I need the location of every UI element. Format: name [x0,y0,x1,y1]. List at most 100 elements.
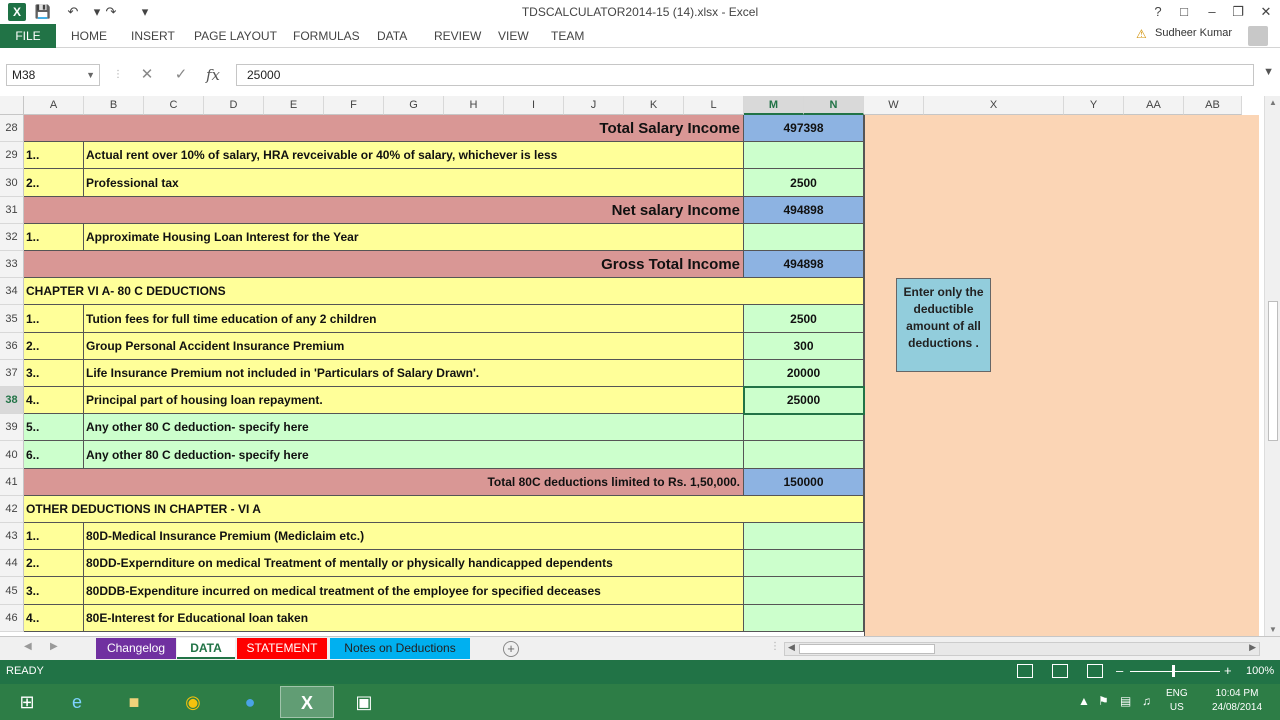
description-cell[interactable]: Approximate Housing Loan Interest for th… [84,224,744,251]
row-header[interactable]: 38 [0,387,24,414]
row-header[interactable]: 36 [0,333,24,360]
description-cell[interactable]: 80D-Medical Insurance Premium (Mediclaim… [84,523,744,550]
zoom-slider-thumb[interactable] [1172,665,1175,677]
description-cell[interactable]: Actual rent over 10% of salary, HRA revc… [84,142,744,169]
vertical-scroll-thumb[interactable] [1268,301,1278,441]
total-label-cell[interactable]: Total 80C deductions limited to Rs. 1,50… [24,469,744,496]
row-header[interactable]: 39 [0,414,24,441]
cancel-icon[interactable]: ✕ [137,65,157,85]
scroll-right-icon[interactable]: ▶ [1249,642,1256,653]
scroll-left-icon[interactable]: ◀ [788,642,795,653]
tab-home[interactable]: HOME [71,24,107,48]
row-header[interactable]: 43 [0,523,24,550]
start-icon[interactable]: ⊞ [0,686,54,718]
row-header[interactable]: 30 [0,169,24,197]
sheet-tab-data[interactable]: DATA [177,638,235,659]
total-value-cell[interactable]: 494898 [744,251,864,278]
row-header[interactable]: 45 [0,577,24,605]
zoom-out-icon[interactable]: – [1116,663,1123,678]
row-header[interactable]: 37 [0,360,24,387]
serial-cell[interactable]: 2.. [24,333,84,360]
name-box[interactable]: M38 ▼ [6,64,100,86]
amount-cell[interactable] [744,550,864,577]
serial-cell[interactable]: 1.. [24,523,84,550]
column-header-h[interactable]: H [444,96,504,115]
section-header-cell[interactable]: CHAPTER VI A- 80 C DEDUCTIONS [24,278,864,305]
column-header-b[interactable]: B [84,96,144,115]
row-header[interactable]: 46 [0,605,24,632]
column-header-c[interactable]: C [144,96,204,115]
flag-icon[interactable]: ⚑ [1098,694,1109,708]
column-header-a[interactable]: A [24,96,84,115]
column-header-i[interactable]: I [504,96,564,115]
column-header-y[interactable]: Y [1064,96,1124,115]
column-header-g[interactable]: G [384,96,444,115]
restore-icon[interactable]: ❐ [1224,2,1252,22]
chrome-icon[interactable]: ◉ [166,686,220,718]
column-header-w[interactable]: W [864,96,924,115]
file-tab[interactable]: FILE [0,24,56,48]
row-header[interactable]: 33 [0,251,24,278]
row-header[interactable]: 35 [0,305,24,333]
next-sheet-icon[interactable]: ▶ [50,641,58,652]
amount-cell[interactable]: 25000 [744,387,864,414]
serial-cell[interactable]: 6.. [24,441,84,469]
tab-team[interactable]: TEAM [551,24,584,48]
horizontal-scrollbar[interactable]: ◀ ▶ [784,642,1260,656]
row-header[interactable]: 29 [0,142,24,169]
amount-cell[interactable] [744,577,864,605]
page-break-view-icon[interactable] [1087,664,1103,678]
row-header[interactable]: 41 [0,469,24,496]
serial-cell[interactable]: 3.. [24,577,84,605]
scroll-down-icon[interactable]: ▼ [1265,625,1280,634]
help-button[interactable]: ? [1144,2,1172,22]
formula-input[interactable]: 25000 [236,64,1254,86]
tab-data[interactable]: DATA [377,24,407,48]
description-cell[interactable]: Life Insurance Premium not included in '… [84,360,744,387]
row-header[interactable]: 34 [0,278,24,305]
column-header-k[interactable]: K [624,96,684,115]
column-header-l[interactable]: L [684,96,744,115]
column-header-m[interactable]: M [744,96,804,115]
globe-icon[interactable]: ● [223,686,277,718]
serial-cell[interactable]: 2.. [24,169,84,197]
page-layout-view-icon[interactable] [1052,664,1068,678]
amount-cell[interactable] [744,224,864,251]
normal-view-icon[interactable] [1017,664,1033,678]
row-header[interactable]: 28 [0,115,24,142]
description-cell[interactable]: Professional tax [84,169,744,197]
enter-icon[interactable]: ✓ [171,65,191,85]
description-cell[interactable]: Group Personal Accident Insurance Premiu… [84,333,744,360]
file-explorer-icon[interactable]: ■ [107,686,161,718]
tab-insert[interactable]: INSERT [131,24,175,48]
spreadsheet-grid[interactable]: A B C D E F G H I J K L M N W X Y AA AB 28 Total Salary Inc… [0,96,1264,636]
serial-cell[interactable]: 2.. [24,550,84,577]
avatar[interactable] [1248,26,1268,46]
amount-cell[interactable] [744,441,864,469]
language-indicator[interactable]: ENG US [1166,687,1188,715]
scroll-up-icon[interactable]: ▲ [1265,98,1280,107]
total-label-cell[interactable]: Gross Total Income [24,251,744,278]
amount-cell[interactable] [744,142,864,169]
column-header-e[interactable]: E [264,96,324,115]
description-cell[interactable]: Any other 80 C deduction- specify here [84,414,744,441]
minimize-icon[interactable]: – [1198,2,1226,22]
serial-cell[interactable]: 1.. [24,142,84,169]
column-header-aa[interactable]: AA [1124,96,1184,115]
prev-sheet-icon[interactable]: ◀ [24,641,32,652]
tray-arrow-icon[interactable]: ▲ [1078,694,1090,708]
internet-explorer-icon[interactable]: e [50,686,104,718]
column-header-ab[interactable]: AB [1184,96,1242,115]
sheet-tab-notes[interactable]: Notes on Deductions [330,638,470,659]
description-cell[interactable]: Tution fees for full time education of a… [84,305,744,333]
excel-taskbar-icon[interactable]: X [280,686,334,718]
description-cell[interactable]: 80DDB-Expenditure incurred on medical tr… [84,577,744,605]
total-label-cell[interactable]: Total Salary Income [24,115,744,142]
total-value-cell[interactable]: 497398 [744,115,864,142]
amount-cell[interactable]: 20000 [744,360,864,387]
total-value-cell[interactable]: 150000 [744,469,864,496]
vertical-scrollbar[interactable]: ▲ ▼ [1264,96,1280,636]
amount-cell[interactable]: 300 [744,333,864,360]
horizontal-scroll-thumb[interactable] [799,644,935,654]
serial-cell[interactable]: 3.. [24,360,84,387]
